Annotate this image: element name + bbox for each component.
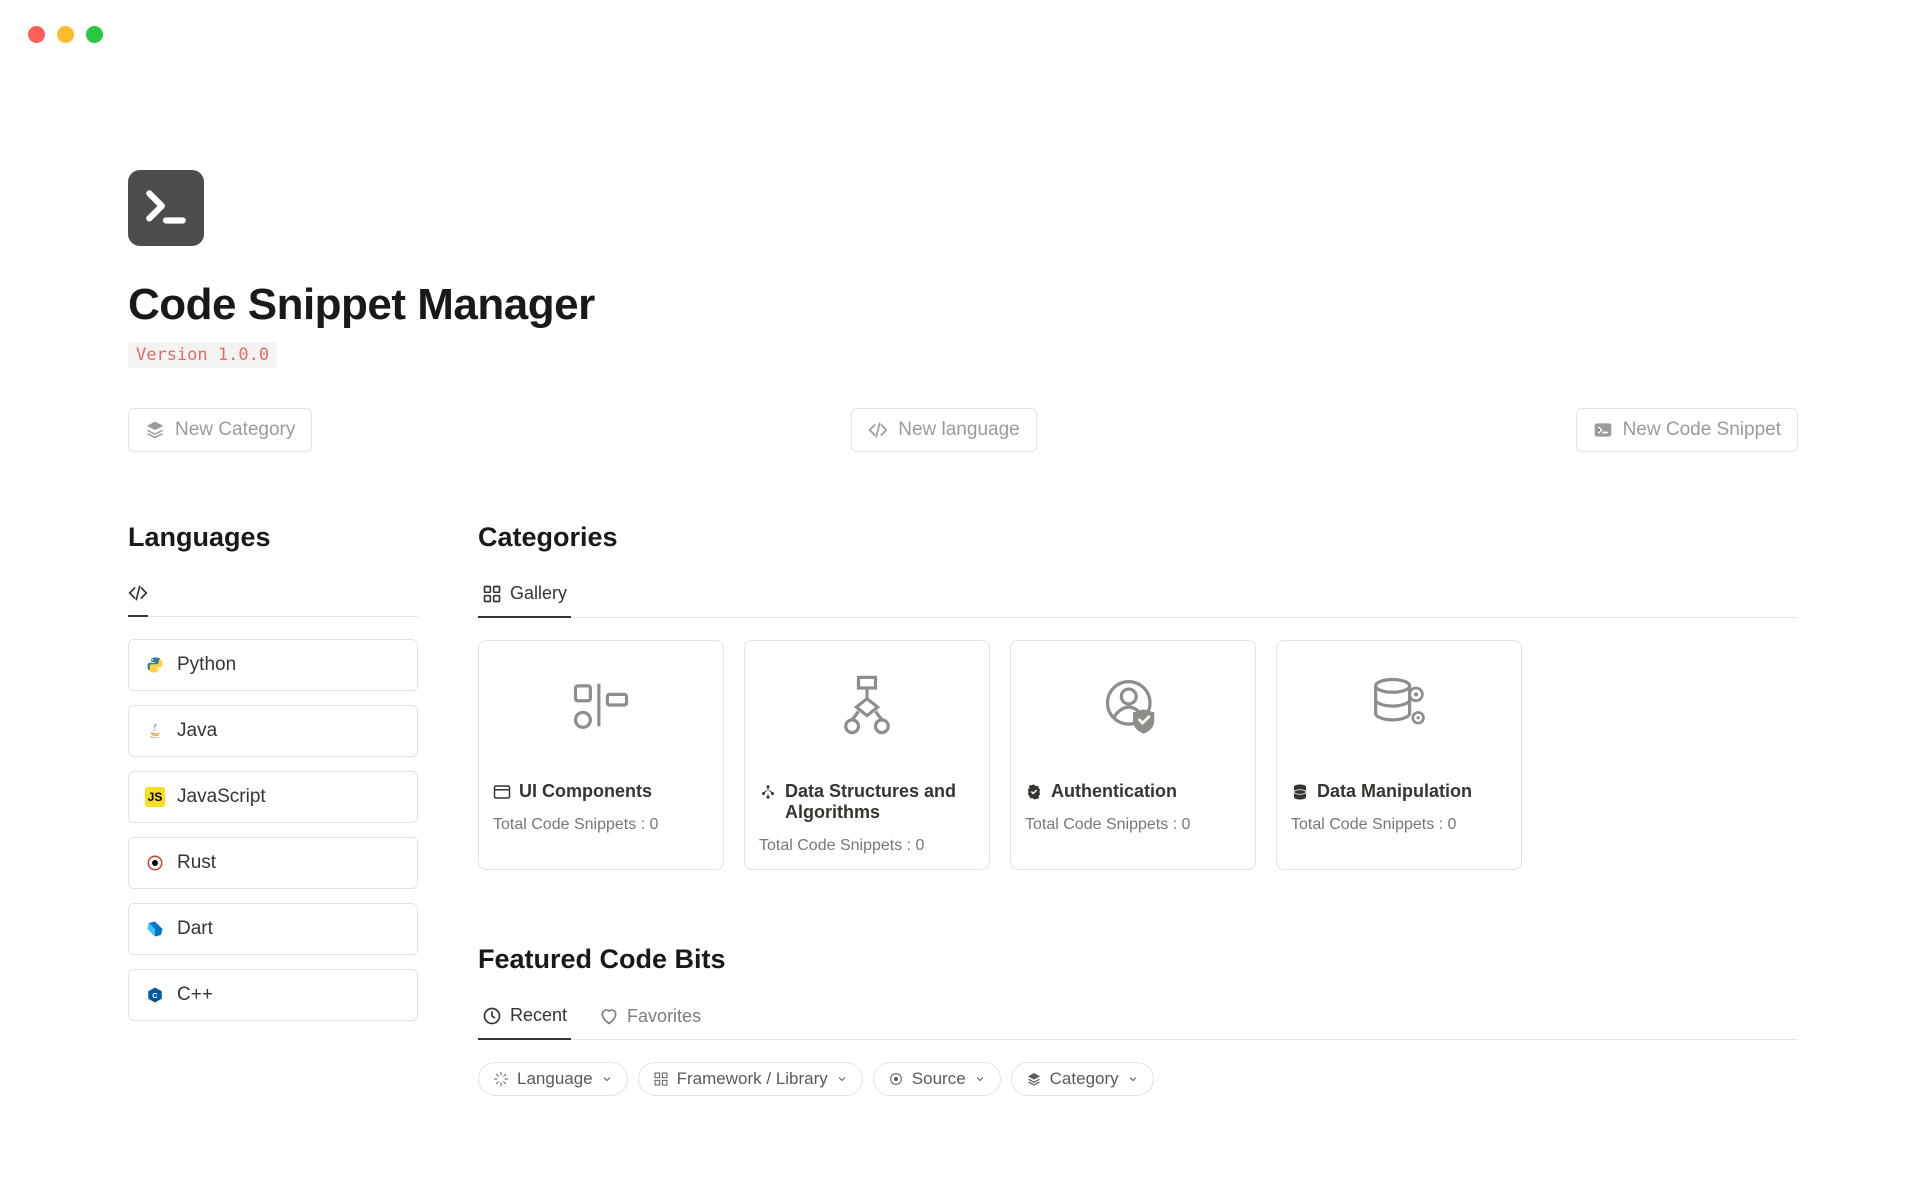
language-item-cpp[interactable]: C C++ <box>128 969 418 1021</box>
featured-tab-bar: Recent Favorites <box>478 995 1798 1040</box>
category-gallery: UI Components Total Code Snippets : 0 Da… <box>478 640 1798 870</box>
filter-category[interactable]: Category <box>1011 1062 1154 1096</box>
filter-label: Language <box>517 1069 593 1089</box>
language-list: Python Java JS JavaScript Rust Dart <box>128 639 418 1021</box>
card-subtitle: Total Code Snippets : 0 <box>1025 816 1241 834</box>
flowchart-icon <box>833 671 901 739</box>
category-card-dsa[interactable]: Data Structures and Algorithms Total Cod… <box>744 640 990 870</box>
dart-icon <box>145 919 165 939</box>
language-label: Dart <box>177 918 213 940</box>
user-shield-icon <box>1099 671 1167 739</box>
sparkle-icon <box>493 1071 509 1087</box>
card-subtitle: Total Code Snippets : 0 <box>759 837 975 855</box>
fullscreen-window-button[interactable] <box>86 26 103 43</box>
language-item-java[interactable]: Java <box>128 705 418 757</box>
languages-tab-bar <box>128 573 418 617</box>
new-language-label: New language <box>898 419 1019 441</box>
layers-icon <box>145 420 165 440</box>
code-icon <box>128 583 148 603</box>
category-card-data-manipulation[interactable]: Data Manipulation Total Code Snippets : … <box>1276 640 1522 870</box>
filter-language[interactable]: Language <box>478 1062 628 1096</box>
tab-gallery-label: Gallery <box>510 583 567 604</box>
filter-label: Framework / Library <box>677 1069 828 1089</box>
terminal-icon <box>141 183 191 233</box>
languages-code-tab[interactable] <box>128 573 148 617</box>
card-title: UI Components <box>519 781 652 802</box>
language-label: Java <box>177 720 217 742</box>
close-window-button[interactable] <box>28 26 45 43</box>
card-title: Authentication <box>1051 781 1177 802</box>
filter-label: Category <box>1050 1069 1119 1089</box>
chevron-down-icon <box>1127 1073 1139 1085</box>
java-icon <box>145 721 165 741</box>
new-category-button[interactable]: New Category <box>128 408 312 452</box>
chevron-down-icon <box>974 1073 986 1085</box>
ui-components-icon <box>567 671 635 739</box>
categories-tab-bar: Gallery <box>478 573 1798 618</box>
card-title: Data Structures and Algorithms <box>785 781 975 823</box>
heart-icon <box>599 1006 619 1026</box>
card-thumbnail <box>1277 641 1521 769</box>
card-thumbnail <box>1011 641 1255 769</box>
filter-row: Language Framework / Library Source <box>478 1062 1798 1096</box>
tab-favorites[interactable]: Favorites <box>595 995 705 1039</box>
card-title: Data Manipulation <box>1317 781 1472 802</box>
language-item-python[interactable]: Python <box>128 639 418 691</box>
card-subtitle: Total Code Snippets : 0 <box>493 816 709 834</box>
database-gear-icon <box>1365 671 1433 739</box>
window-icon <box>493 783 511 801</box>
chevron-down-icon <box>836 1073 848 1085</box>
filter-source[interactable]: Source <box>873 1062 1001 1096</box>
card-subtitle: Total Code Snippets : 0 <box>1291 816 1507 834</box>
filter-framework[interactable]: Framework / Library <box>638 1062 863 1096</box>
featured-heading: Featured Code Bits <box>478 944 1798 975</box>
language-label: JavaScript <box>177 786 266 808</box>
tab-gallery[interactable]: Gallery <box>478 573 571 618</box>
code-icon <box>868 420 888 440</box>
tab-favorites-label: Favorites <box>627 1006 701 1027</box>
language-label: Python <box>177 654 236 676</box>
filter-label: Source <box>912 1069 966 1089</box>
window-traffic-lights <box>28 26 103 43</box>
cpp-icon: C <box>145 985 165 1005</box>
page-title: Code Snippet Manager <box>128 280 1798 330</box>
gallery-icon <box>482 584 502 604</box>
category-card-ui-components[interactable]: UI Components Total Code Snippets : 0 <box>478 640 724 870</box>
language-label: Rust <box>177 852 216 874</box>
new-category-label: New Category <box>175 419 295 441</box>
card-thumbnail <box>479 641 723 769</box>
new-snippet-label: New Code Snippet <box>1623 419 1781 441</box>
svg-text:C: C <box>152 991 158 1000</box>
clock-icon <box>482 1006 502 1026</box>
chevron-down-icon <box>601 1073 613 1085</box>
rust-icon <box>145 853 165 873</box>
action-row: New Category New language New Code Snipp… <box>128 408 1798 452</box>
javascript-icon: JS <box>145 787 165 807</box>
languages-heading: Languages <box>128 522 418 553</box>
card-thumbnail <box>745 641 989 769</box>
category-card-authentication[interactable]: Authentication Total Code Snippets : 0 <box>1010 640 1256 870</box>
language-item-javascript[interactable]: JS JavaScript <box>128 771 418 823</box>
terminal-small-icon <box>1593 420 1613 440</box>
layers-icon <box>1026 1071 1042 1087</box>
language-item-dart[interactable]: Dart <box>128 903 418 955</box>
target-icon <box>888 1071 904 1087</box>
minimize-window-button[interactable] <box>57 26 74 43</box>
python-icon <box>145 655 165 675</box>
grid-icon <box>653 1071 669 1087</box>
language-label: C++ <box>177 984 213 1006</box>
verified-icon <box>1025 783 1043 801</box>
database-icon <box>1291 783 1309 801</box>
tab-recent-label: Recent <box>510 1005 567 1026</box>
new-snippet-button[interactable]: New Code Snippet <box>1576 408 1798 452</box>
new-language-button[interactable]: New language <box>851 408 1036 452</box>
tree-icon <box>759 783 777 801</box>
categories-heading: Categories <box>478 522 1798 553</box>
version-badge: Version 1.0.0 <box>128 342 277 368</box>
tab-recent[interactable]: Recent <box>478 995 571 1040</box>
app-icon <box>128 170 204 246</box>
language-item-rust[interactable]: Rust <box>128 837 418 889</box>
